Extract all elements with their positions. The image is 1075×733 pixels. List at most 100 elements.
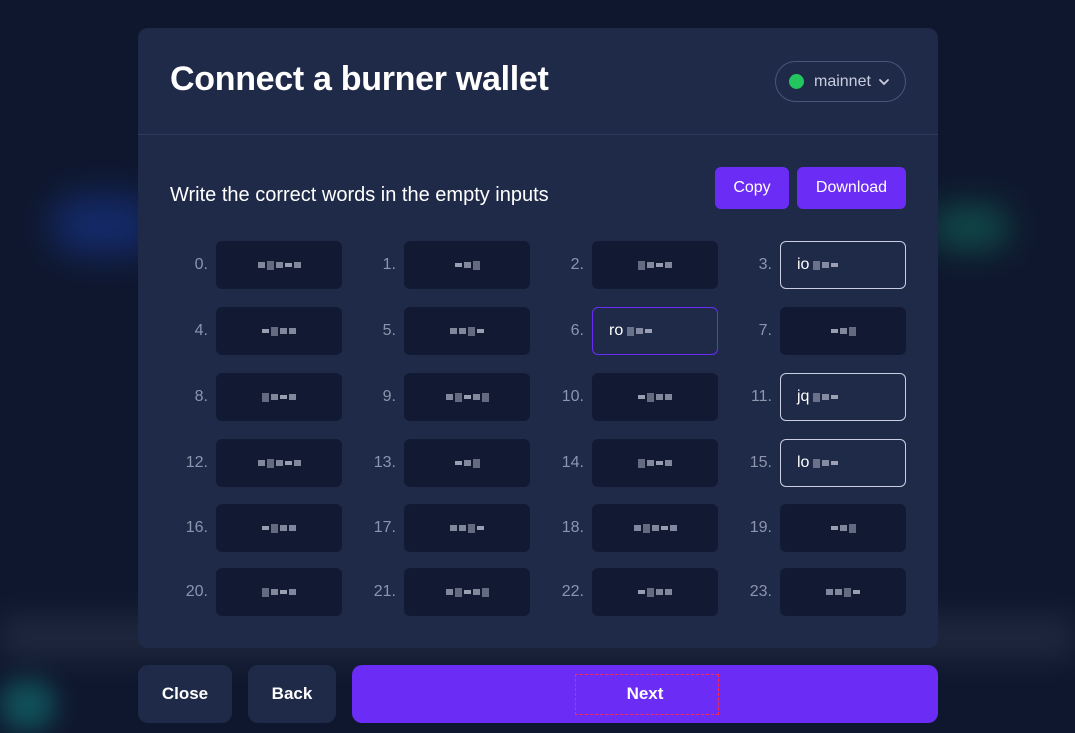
seed-word-input[interactable]: jq	[780, 373, 906, 421]
chevron-down-icon	[879, 78, 889, 85]
seed-word-cell: 18.	[518, 504, 718, 552]
redacted-text	[830, 326, 856, 336]
seed-word-index: 9.	[382, 388, 396, 405]
seed-word-redacted	[404, 439, 530, 487]
redacted-text	[830, 523, 856, 533]
redacted-text	[638, 587, 672, 597]
seed-word-redacted	[216, 568, 342, 616]
seed-word-cell: 17.	[330, 504, 530, 552]
seed-word-index: 8.	[194, 388, 208, 405]
seed-word-redacted	[780, 307, 906, 355]
seed-word-index: 14.	[561, 454, 584, 471]
seed-word-index: 10.	[561, 388, 584, 405]
seed-word-index: 23.	[749, 583, 772, 600]
seed-word-cell: 11. jq	[706, 373, 906, 421]
seed-word-index: 6.	[570, 322, 584, 339]
modal-header: Connect a burner wallet mainnet	[138, 28, 938, 135]
seed-word-index: 12.	[185, 454, 208, 471]
seed-word-index: 13.	[373, 454, 396, 471]
seed-word-cell: 0.	[142, 241, 342, 289]
seed-word-redacted	[216, 439, 342, 487]
redacted-text	[262, 392, 296, 402]
seed-word-input[interactable]: ro	[592, 307, 718, 355]
redacted-text	[813, 260, 839, 270]
seed-word-index: 4.	[194, 322, 208, 339]
background-blur	[0, 680, 55, 730]
seed-word-index: 3.	[758, 256, 772, 273]
redacted-text	[257, 260, 301, 270]
next-button[interactable]	[352, 665, 938, 723]
seed-word-cell: 13.	[330, 439, 530, 487]
seed-word-redacted	[404, 504, 530, 552]
seed-word-cell: 3. io	[706, 241, 906, 289]
seed-word-input[interactable]: lo	[780, 439, 906, 487]
seed-word-index: 2.	[570, 256, 584, 273]
seed-word-input-value: jq	[797, 388, 810, 405]
seed-word-redacted	[780, 504, 906, 552]
modal-title: Connect a burner wallet	[170, 60, 549, 98]
redacted-text	[633, 523, 677, 533]
seed-word-index: 7.	[758, 322, 772, 339]
redacted-text	[445, 392, 489, 402]
background-blur	[930, 205, 1010, 250]
seed-word-index: 1.	[382, 256, 396, 273]
close-button[interactable]: Close	[138, 665, 232, 723]
seed-word-index: 0.	[194, 256, 208, 273]
seed-word-cell: 20.	[142, 568, 342, 616]
seed-word-redacted	[780, 568, 906, 616]
seed-word-index: 16.	[185, 519, 208, 536]
seed-word-cell: 1.	[330, 241, 530, 289]
seed-word-redacted	[592, 373, 718, 421]
redacted-text	[450, 523, 484, 533]
seed-word-index: 5.	[382, 322, 396, 339]
seed-word-cell: 4.	[142, 307, 342, 355]
seed-word-redacted	[592, 439, 718, 487]
network-status-dot	[789, 74, 804, 89]
redacted-text	[813, 392, 839, 402]
seed-word-redacted	[592, 504, 718, 552]
seed-word-cell: 21.	[330, 568, 530, 616]
seed-word-index: 17.	[373, 519, 396, 536]
seed-word-cell: 14.	[518, 439, 718, 487]
seed-word-redacted	[216, 307, 342, 355]
download-button[interactable]: Download	[797, 167, 906, 209]
seed-word-cell: 9.	[330, 373, 530, 421]
redacted-text	[262, 523, 296, 533]
seed-word-redacted	[216, 241, 342, 289]
seed-word-cell: 19.	[706, 504, 906, 552]
copy-button[interactable]: Copy	[715, 167, 789, 209]
seed-word-input-value: io	[797, 256, 810, 273]
redacted-text	[445, 587, 489, 597]
seed-word-index: 20.	[185, 583, 208, 600]
instruction-text: Write the correct words in the empty inp…	[170, 184, 549, 206]
seed-word-cell: 5.	[330, 307, 530, 355]
seed-word-index: 22.	[561, 583, 584, 600]
network-label: mainnet	[814, 72, 871, 90]
seed-word-index: 11.	[750, 388, 772, 405]
seed-word-redacted	[404, 373, 530, 421]
redacted-text	[627, 326, 653, 336]
seed-word-cell: 16.	[142, 504, 342, 552]
redacted-text	[813, 458, 839, 468]
seed-word-redacted	[592, 568, 718, 616]
seed-word-cell: 23.	[706, 568, 906, 616]
network-selector[interactable]: mainnet	[775, 61, 906, 102]
seed-word-cell: 12.	[142, 439, 342, 487]
seed-word-redacted	[592, 241, 718, 289]
redacted-text	[638, 458, 672, 468]
seed-word-index: 18.	[561, 519, 584, 536]
seed-word-index: 19.	[749, 519, 772, 536]
redacted-text	[450, 326, 484, 336]
seed-word-cell: 15. lo	[706, 439, 906, 487]
burner-wallet-modal: Connect a burner wallet mainnet Write th…	[138, 28, 938, 648]
seed-word-cell: 7.	[706, 307, 906, 355]
back-button[interactable]: Back	[248, 665, 336, 723]
seed-word-cell: 2.	[518, 241, 718, 289]
redacted-text	[638, 392, 672, 402]
seed-word-input-value: ro	[609, 322, 624, 339]
seed-word-input[interactable]: io	[780, 241, 906, 289]
seed-word-cell: 10.	[518, 373, 718, 421]
seed-word-cell: 22.	[518, 568, 718, 616]
redacted-text	[638, 260, 672, 270]
redacted-text	[262, 326, 296, 336]
